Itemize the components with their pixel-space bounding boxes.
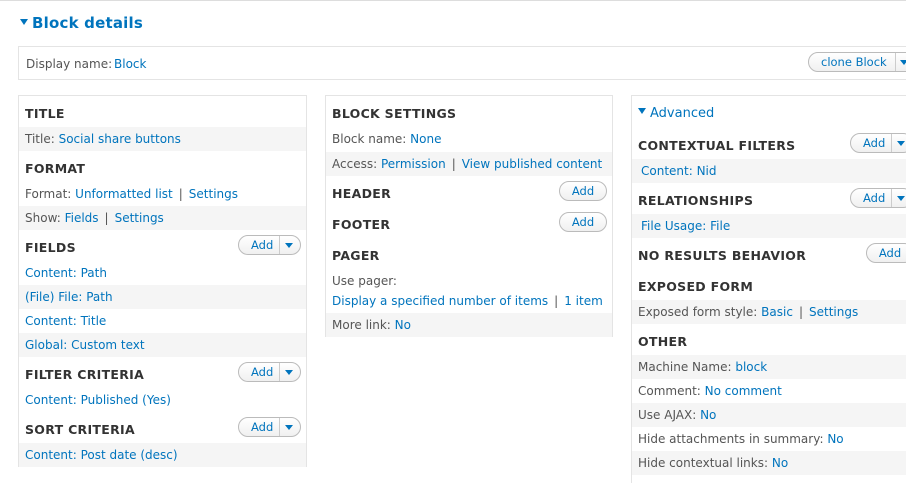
display-name-label: Display name: (26, 57, 113, 71)
exposed-form-heading: EXPOSED FORM (638, 279, 754, 294)
column-right: Advanced CONTEXTUAL FILTERS Add Content:… (631, 95, 906, 483)
contextual-add-button[interactable]: Add (851, 134, 893, 152)
machine-name-row: Machine Name: block (632, 355, 906, 379)
format-settings-link[interactable]: Settings (189, 187, 238, 201)
chevron-down-icon[interactable] (897, 196, 905, 201)
relationships-add-dropbutton[interactable]: Add (850, 188, 906, 208)
relationship-item[interactable]: File Usage: File (632, 214, 906, 238)
no-results-add-button[interactable]: Add (866, 243, 906, 263)
access-view-link[interactable]: View published content (462, 157, 602, 171)
column-left: TITLE Title: Social share buttons FORMAT… (18, 95, 307, 467)
pager-type-link[interactable]: Display a specified number of items (332, 294, 548, 308)
footer-add-button[interactable]: Add (559, 212, 607, 232)
sort-add-button[interactable]: Add (239, 418, 281, 436)
sort-item[interactable]: Content: Post date (desc) (19, 443, 306, 467)
chevron-down-icon[interactable] (285, 425, 293, 430)
column-middle: BLOCK SETTINGS Block name: None Access: … (325, 95, 613, 337)
footer-heading: FOOTER (332, 217, 391, 232)
title-value-link[interactable]: Social share buttons (59, 132, 181, 146)
pager-items-link[interactable]: 1 item (564, 294, 603, 308)
format-heading: FORMAT (25, 161, 86, 176)
format-row: Format: Unformatted list | Settings (25, 187, 239, 201)
access-permission-link[interactable]: Permission (381, 157, 446, 171)
sort-criteria-heading: SORT CRITERIA (25, 422, 135, 437)
contextual-item[interactable]: Content: Nid (632, 159, 906, 183)
advanced-toggle[interactable]: Advanced (638, 106, 714, 121)
filter-item[interactable]: Content: Published (Yes) (19, 388, 306, 412)
show-settings-link[interactable]: Settings (115, 211, 164, 225)
title-row: Title: Social share buttons (19, 127, 306, 151)
clone-block-dropbutton[interactable]: clone Block (808, 52, 906, 72)
sort-add-dropbutton[interactable]: Add (238, 417, 301, 437)
block-details-title: Block details (32, 14, 143, 32)
collapse-triangle-icon (638, 108, 646, 114)
field-item[interactable]: Content: Path (19, 261, 306, 285)
relationships-heading: RELATIONSHIPS (638, 193, 754, 208)
pager-heading: PAGER (332, 248, 380, 263)
block-name-link[interactable]: None (410, 132, 441, 146)
display-name-bar: Display name: Block clone Block (18, 46, 906, 80)
title-heading: TITLE (25, 106, 65, 121)
hide-attachments-link[interactable]: No (827, 432, 843, 446)
use-ajax-link[interactable]: No (700, 408, 716, 422)
use-pager-row: Display a specified number of items | 1 it… (332, 294, 603, 308)
field-item[interactable]: (File) File: Path (19, 285, 306, 309)
contextual-filters-heading: CONTEXTUAL FILTERS (638, 138, 796, 153)
top-border (0, 0, 906, 1)
field-item[interactable]: Content: Title (19, 309, 306, 333)
show-value-link[interactable]: Fields (65, 211, 99, 225)
exposed-style-link[interactable]: Basic (761, 305, 793, 319)
clone-block-button[interactable]: clone Block (809, 53, 895, 71)
filter-criteria-heading: FILTER CRITERIA (25, 367, 145, 382)
collapse-triangle-icon (20, 19, 28, 25)
block-details-toggle[interactable]: Block details (20, 14, 143, 32)
relationships-add-button[interactable]: Add (851, 189, 893, 207)
filter-add-dropbutton[interactable]: Add (238, 362, 301, 382)
chevron-down-icon[interactable] (285, 370, 293, 375)
exposed-form-row: Exposed form style: Basic | Settings (632, 300, 906, 324)
fields-heading: FIELDS (25, 240, 76, 255)
show-row: Show: Fields | Settings (19, 206, 306, 230)
hide-contextual-links-row: Hide contextual links: No (632, 451, 906, 475)
fields-add-button[interactable]: Add (239, 236, 281, 254)
no-results-heading: NO RESULTS BEHAVIOR (638, 248, 807, 263)
format-value-link[interactable]: Unformatted list (75, 187, 173, 201)
hide-attachments-row: Hide attachments in summary: No (638, 432, 844, 446)
more-link-value[interactable]: No (395, 318, 411, 332)
access-row: Access: Permission | View published conten… (326, 152, 612, 176)
field-item[interactable]: Global: Custom text (19, 333, 306, 357)
chevron-down-icon[interactable] (285, 243, 293, 248)
chevron-down-icon[interactable] (900, 60, 906, 65)
comment-link[interactable]: No comment (705, 384, 782, 398)
machine-name-link[interactable]: block (735, 360, 767, 374)
header-heading: HEADER (332, 186, 392, 201)
filter-add-button[interactable]: Add (239, 363, 281, 381)
hide-contextual-links-link[interactable]: No (772, 456, 788, 470)
other-heading: OTHER (638, 334, 688, 349)
use-ajax-row: Use AJAX: No (632, 403, 906, 427)
contextual-add-dropbutton[interactable]: Add (850, 133, 906, 153)
exposed-settings-link[interactable]: Settings (809, 305, 858, 319)
more-link-row: More link: No (326, 313, 612, 337)
fields-add-dropbutton[interactable]: Add (238, 235, 301, 255)
chevron-down-icon[interactable] (897, 141, 905, 146)
header-add-button[interactable]: Add (559, 181, 607, 201)
display-name-link[interactable]: Block (114, 57, 146, 71)
block-name-row: Block name: None (332, 132, 442, 146)
block-settings-heading: BLOCK SETTINGS (332, 106, 457, 121)
comment-row: Comment: No comment (638, 384, 782, 398)
